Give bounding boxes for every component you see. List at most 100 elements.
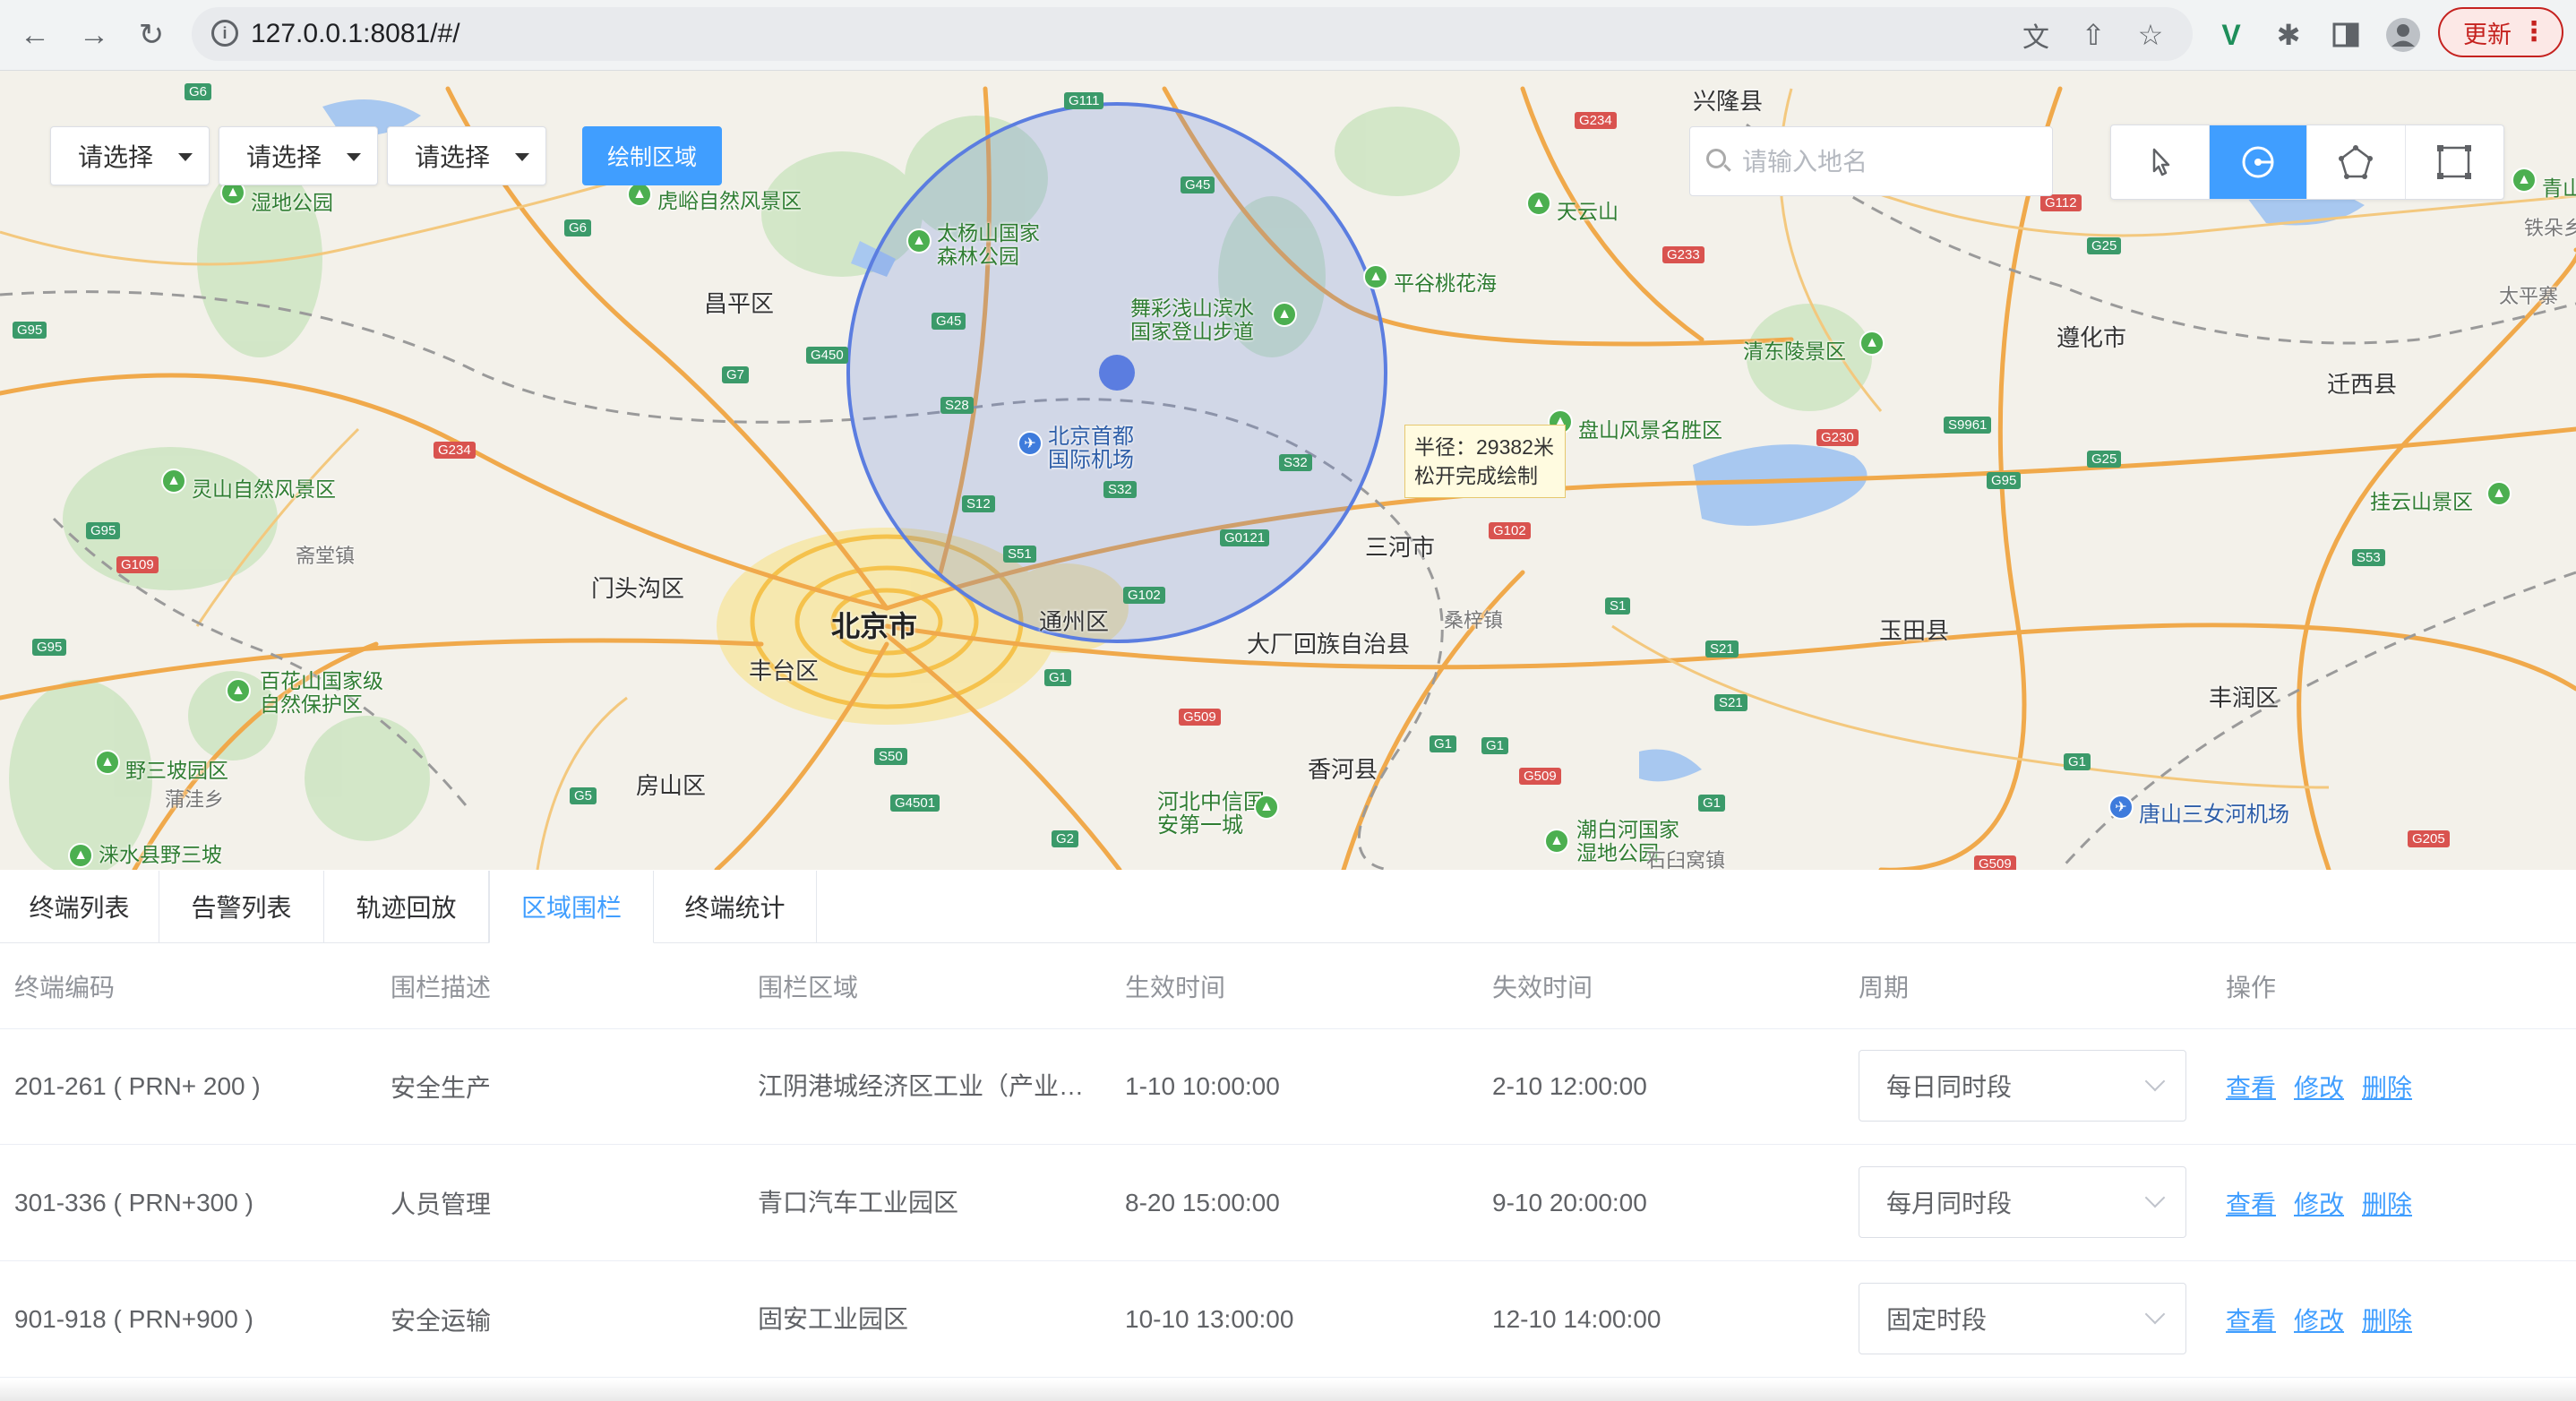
update-label: 更新 <box>2463 21 2512 48</box>
place-puwa: 蒲洼乡 <box>165 788 225 811</box>
road-shield: S53 <box>2352 549 2385 566</box>
address-url[interactable]: 127.0.0.1:8081/#/ <box>251 18 460 50</box>
scenic-pin-icon: ▲ <box>226 678 251 703</box>
forward-icon[interactable]: → <box>72 13 116 57</box>
road-shield: G0121 <box>1220 529 1270 546</box>
delete-link[interactable]: 删除 <box>2362 1028 2412 1144</box>
cell-end: 2-10 12:00:00 <box>1492 1071 1647 1100</box>
place-changping: 昌平区 <box>704 290 775 317</box>
road-shield: S21 <box>1714 694 1747 711</box>
radius-text: 半径：29382米 <box>1414 435 1554 459</box>
horizontal-scrollbar[interactable] <box>0 1380 2576 1401</box>
road-shield: G95 <box>86 522 121 539</box>
circle-draw-icon <box>2242 146 2274 178</box>
site-info-icon[interactable]: i <box>211 20 238 47</box>
road-shield: G6 <box>185 83 212 100</box>
back-icon[interactable]: ← <box>13 13 57 57</box>
place-qing: 青山 <box>2542 176 2576 200</box>
view-link[interactable]: 查看 <box>2226 1028 2276 1144</box>
view-link[interactable]: 查看 <box>2226 1261 2276 1377</box>
road-shield: S51 <box>1003 546 1036 563</box>
reload-icon[interactable]: ↻ <box>129 13 174 57</box>
place-tianyun: 天云山 <box>1557 200 1619 223</box>
view-link[interactable]: 查看 <box>2226 1145 2276 1260</box>
place-sanhe: 三河市 <box>1365 534 1436 561</box>
address-bar[interactable]: i 127.0.0.1:8081/#/ <box>192 7 2193 61</box>
cell-end: 12-10 14:00:00 <box>1492 1304 1662 1333</box>
edit-link[interactable]: 修改 <box>2294 1145 2344 1260</box>
road-shield: G1 <box>1044 669 1072 686</box>
cell-area: 江阴港城经济区工业（产业园区） <box>758 1072 1087 1100</box>
place-shibai: 石臼窝镇 <box>1646 849 1726 870</box>
cell-start: 10-10 13:00:00 <box>1125 1304 1294 1333</box>
scenic-pin-icon: ▲ <box>1544 829 1569 854</box>
edit-link[interactable]: 修改 <box>2294 1028 2344 1144</box>
delete-link[interactable]: 删除 <box>2362 1261 2412 1377</box>
pointer-tool-button[interactable] <box>2111 125 2210 199</box>
period-select[interactable]: 每月同时段 <box>1859 1166 2186 1238</box>
road-shield: G95 <box>13 322 47 339</box>
road-shield: G450 <box>806 347 848 364</box>
place-guayun: 挂云山景区 <box>2370 490 2473 513</box>
tab-terminal-list[interactable]: 终端列表 <box>0 871 159 942</box>
period-value: 每日同时段 <box>1886 1073 2013 1101</box>
road-shield: G1 <box>1430 735 1457 752</box>
caret-down-icon <box>347 153 361 161</box>
share-icon[interactable]: ⇧ <box>2073 14 2114 56</box>
road-shield: G230 <box>1816 429 1859 446</box>
select-1[interactable]: 请选择 <box>50 126 210 185</box>
place-pinggu: 平谷桃花海 <box>1394 271 1497 295</box>
road-shield: G95 <box>32 639 67 656</box>
draw-area-button[interactable]: 绘制区域 <box>582 126 722 185</box>
place-zhangxia: 铁朵乡 <box>2524 217 2576 239</box>
place-search[interactable] <box>1689 126 2053 196</box>
caret-down-icon <box>178 153 193 161</box>
road-shield: G6 <box>564 219 592 236</box>
place-panshan: 盘山风景名胜区 <box>1578 418 1722 442</box>
road-shield: G25 <box>2087 237 2122 254</box>
road-shield: G25 <box>2087 451 2122 468</box>
extension-v-icon[interactable]: V <box>2211 14 2252 56</box>
update-button[interactable]: 更新 ⋮ <box>2438 7 2563 57</box>
map-canvas[interactable]: 北京市 昌平区 门头沟区 丰台区 房山区 通州区 三河市 大厂回族自治县 香河县… <box>0 71 2576 870</box>
road-shield: S9961 <box>1944 417 1992 434</box>
scenic-pin-icon: ▲ <box>1363 264 1388 289</box>
road-shield: G233 <box>1662 246 1704 263</box>
place-beijing: 北京市 <box>831 610 918 642</box>
extensions-puzzle-icon[interactable]: ✱ <box>2268 14 2309 56</box>
place-xianghe: 香河县 <box>1308 756 1378 783</box>
profile-avatar-icon[interactable] <box>2383 14 2424 56</box>
tab-alarm-list[interactable]: 告警列表 <box>159 871 324 942</box>
period-select[interactable]: 固定时段 <box>1859 1283 2186 1354</box>
scenic-pin-icon: ▲ <box>68 843 93 868</box>
rectangle-tool-button[interactable] <box>2406 125 2504 199</box>
cell-desc: 安全运输 <box>391 1306 492 1335</box>
delete-link[interactable]: 删除 <box>2362 1145 2412 1260</box>
side-panel-icon[interactable] <box>2325 14 2366 56</box>
place-dachang: 大厂回族自治县 <box>1247 631 1411 658</box>
select-3[interactable]: 请选择 <box>387 126 546 185</box>
col-header-ops: 操作 <box>2226 973 2277 1001</box>
road-shield: G102 <box>1489 522 1531 539</box>
period-select[interactable]: 每日同时段 <box>1859 1050 2186 1122</box>
polygon-tool-button[interactable] <box>2307 125 2406 199</box>
col-header-period: 周期 <box>1859 973 1910 1001</box>
scenic-pin-icon: ▲ <box>1859 331 1885 356</box>
table-row: 301-336 ( PRN+300 ) 人员管理 青口汽车工业园区 8-20 1… <box>0 1145 2576 1261</box>
road-shield: G1 <box>2064 753 2091 770</box>
road-shield: G4501 <box>890 795 940 812</box>
scenic-pin-icon: ▲ <box>1272 302 1297 327</box>
place-tangshan-airport: 唐山三女河机场 <box>2139 803 2289 827</box>
translate-icon[interactable]: 文 <box>2015 14 2057 56</box>
tab-terminal-stats[interactable]: 终端统计 <box>654 871 817 942</box>
circle-tool-button[interactable] <box>2209 125 2307 199</box>
tab-track-playback[interactable]: 轨迹回放 <box>324 871 489 942</box>
scenic-pin-icon: ▲ <box>627 182 652 207</box>
road-shield: S32 <box>1103 481 1137 498</box>
bookmark-star-icon[interactable]: ☆ <box>2130 14 2171 56</box>
edit-link[interactable]: 修改 <box>2294 1261 2344 1377</box>
select-2[interactable]: 请选择 <box>219 126 378 185</box>
cell-start: 8-20 15:00:00 <box>1125 1188 1280 1216</box>
place-search-input[interactable] <box>1740 142 2039 183</box>
tab-area-fence[interactable]: 区域围栏 <box>489 871 654 943</box>
